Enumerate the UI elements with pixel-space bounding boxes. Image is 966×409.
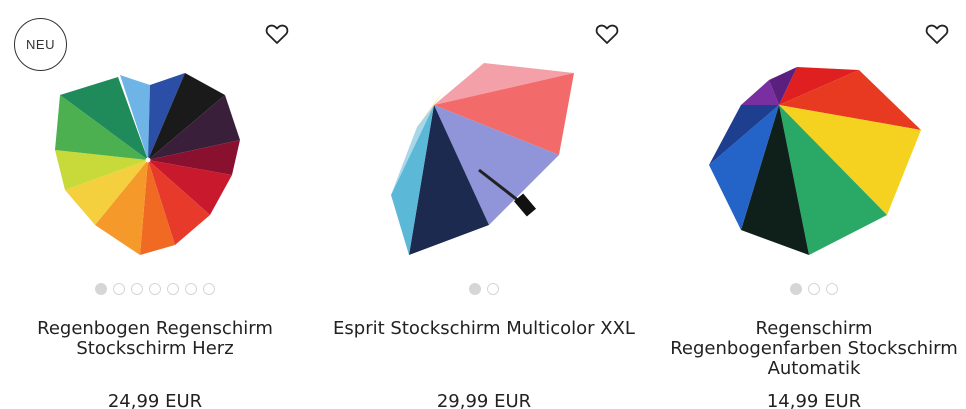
wishlist-heart-icon[interactable]	[264, 22, 290, 46]
carousel-dot[interactable]	[131, 283, 143, 295]
product-image-rainbow-umbrella[interactable]	[659, 55, 966, 265]
carousel-dot[interactable]	[790, 283, 802, 295]
product-price: 14,99 EUR	[766, 391, 862, 409]
product-card[interactable]: Regenschirm Regenbogenfarben Stockschirm…	[659, 0, 966, 409]
carousel-dot[interactable]	[203, 283, 215, 295]
wishlist-heart-icon[interactable]	[924, 22, 950, 46]
product-price: 24,99 EUR	[107, 391, 203, 409]
carousel-dot[interactable]	[95, 283, 107, 295]
carousel-dot[interactable]	[469, 283, 481, 295]
image-carousel-dots	[659, 283, 966, 295]
carousel-dot[interactable]	[185, 283, 197, 295]
product-card[interactable]: Esprit Stockschirm Multicolor XXL 29,99 …	[329, 0, 639, 409]
product-name[interactable]: Esprit Stockschirm Multicolor XXL	[329, 319, 639, 339]
product-image-heart-umbrella[interactable]	[0, 55, 310, 265]
product-image-esprit-umbrella[interactable]	[329, 55, 639, 265]
carousel-dot[interactable]	[149, 283, 161, 295]
product-card[interactable]: NEU Regenbogen Regenschirm Stockschirm H…	[0, 0, 310, 409]
product-name[interactable]: Regenschirm Regenbogenfarben Stockschirm…	[669, 319, 959, 379]
carousel-dot[interactable]	[487, 283, 499, 295]
carousel-dot[interactable]	[808, 283, 820, 295]
wishlist-heart-icon[interactable]	[594, 22, 620, 46]
product-price: 29,99 EUR	[436, 391, 532, 409]
carousel-dot[interactable]	[167, 283, 179, 295]
carousel-dot[interactable]	[826, 283, 838, 295]
image-carousel-dots	[0, 283, 310, 295]
product-name[interactable]: Regenbogen Regenschirm Stockschirm Herz	[10, 319, 300, 359]
carousel-dot[interactable]	[113, 283, 125, 295]
image-carousel-dots	[329, 283, 639, 295]
